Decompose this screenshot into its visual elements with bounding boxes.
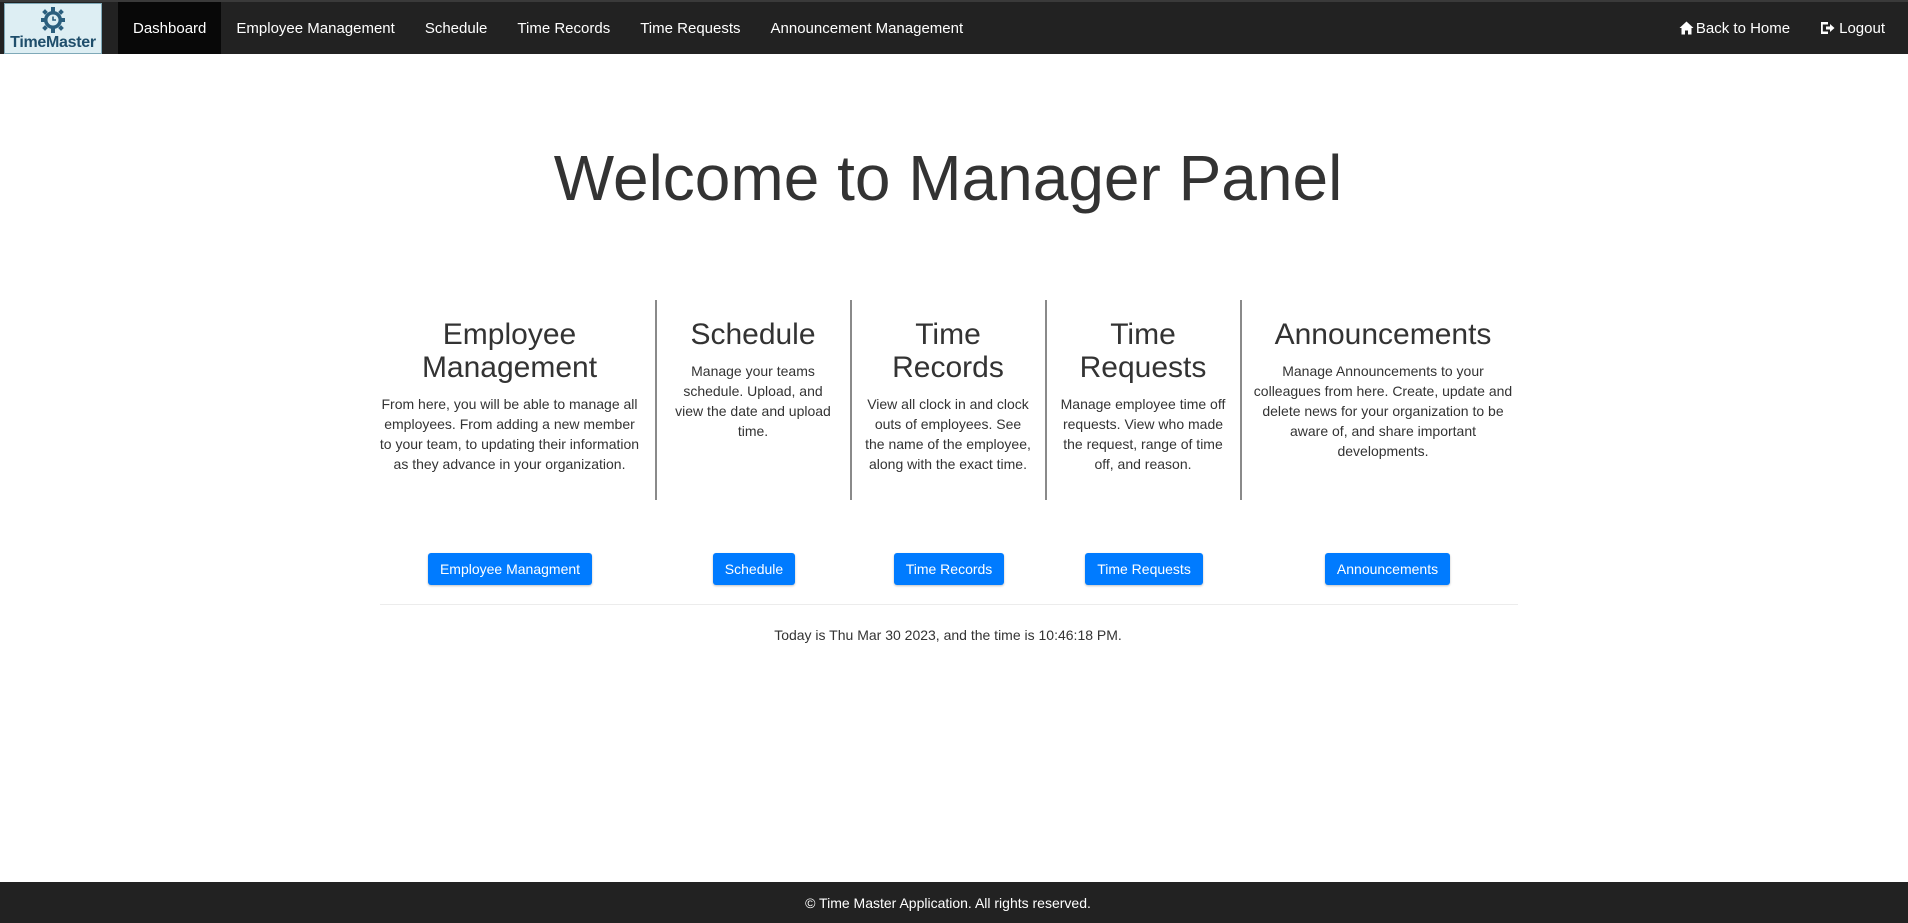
feature-title: Announcements <box>1274 318 1492 351</box>
nav-right: Back to Home Logout <box>1664 2 1900 54</box>
footer-copyright: © Time Master Application. All rights re… <box>805 894 1091 911</box>
feature-columns: Employee Management From here, you will … <box>378 300 1518 500</box>
logout-icon <box>1821 22 1835 34</box>
back-to-home-label: Back to Home <box>1695 19 1791 37</box>
feature-time-requests: Time Requests Manage employee time off r… <box>1053 300 1233 500</box>
feature-title: Schedule <box>690 318 816 351</box>
feature-title: Employee Management <box>421 318 598 384</box>
feature-description: View all clock in and clock outs of empl… <box>865 396 1031 472</box>
nav-item-schedule[interactable]: Schedule <box>410 2 503 54</box>
feature-description: Manage employee time off requests. View … <box>1060 396 1226 472</box>
feature-description: Manage Announcements to your colleagues … <box>1253 363 1513 459</box>
main-nav: Dashboard Employee Management Schedule T… <box>118 2 978 54</box>
footer: © Time Master Application. All rights re… <box>0 882 1908 923</box>
manager-dashboard-page: TimeMaster Dashboard Employee Management… <box>0 0 1908 923</box>
feature-schedule: Schedule Manage your teams schedule. Upl… <box>663 300 843 500</box>
column-divider <box>1240 300 1242 500</box>
top-navbar: TimeMaster Dashboard Employee Management… <box>0 0 1908 54</box>
feature-description: From here, you will be able to manage al… <box>379 396 640 472</box>
home-icon <box>1679 21 1694 35</box>
nav-item-announcement-management[interactable]: Announcement Management <box>756 2 979 54</box>
column-divider <box>1045 300 1047 500</box>
brand-logo[interactable]: TimeMaster <box>4 3 102 54</box>
section-divider <box>380 604 1518 605</box>
nav-item-dashboard[interactable]: Dashboard <box>118 2 222 54</box>
feature-announcements: Announcements Manage Announcements to yo… <box>1248 300 1518 500</box>
schedule-button[interactable]: Schedule <box>713 553 795 585</box>
feature-description: Manage your teams schedule. Upload, and … <box>675 363 831 439</box>
logout-link[interactable]: Logout <box>1805 2 1900 54</box>
current-datetime: Today is Thu Mar 30 2023, and the time i… <box>774 627 1122 643</box>
column-divider <box>655 300 657 500</box>
brand-text: TimeMaster <box>10 34 96 51</box>
announcements-button[interactable]: Announcements <box>1325 553 1450 585</box>
column-divider <box>850 300 852 500</box>
nav-item-time-records[interactable]: Time Records <box>502 2 625 54</box>
back-to-home-link[interactable]: Back to Home <box>1664 2 1805 54</box>
time-records-button[interactable]: Time Records <box>894 553 1004 585</box>
logout-label: Logout <box>1839 19 1885 37</box>
feature-employee-management: Employee Management From here, you will … <box>378 300 641 500</box>
page-title: Welcome to Manager Panel <box>553 142 1343 214</box>
feature-title: Time Requests <box>1079 318 1207 384</box>
gear-clock-icon <box>41 7 65 33</box>
employee-management-button[interactable]: Employee Managment <box>428 553 592 585</box>
nav-item-time-requests[interactable]: Time Requests <box>625 2 755 54</box>
feature-title: Time Records <box>892 318 1004 384</box>
nav-item-employee-management[interactable]: Employee Management <box>221 2 409 54</box>
time-requests-button[interactable]: Time Requests <box>1085 553 1203 585</box>
feature-time-records: Time Records View all clock in and clock… <box>858 300 1038 500</box>
